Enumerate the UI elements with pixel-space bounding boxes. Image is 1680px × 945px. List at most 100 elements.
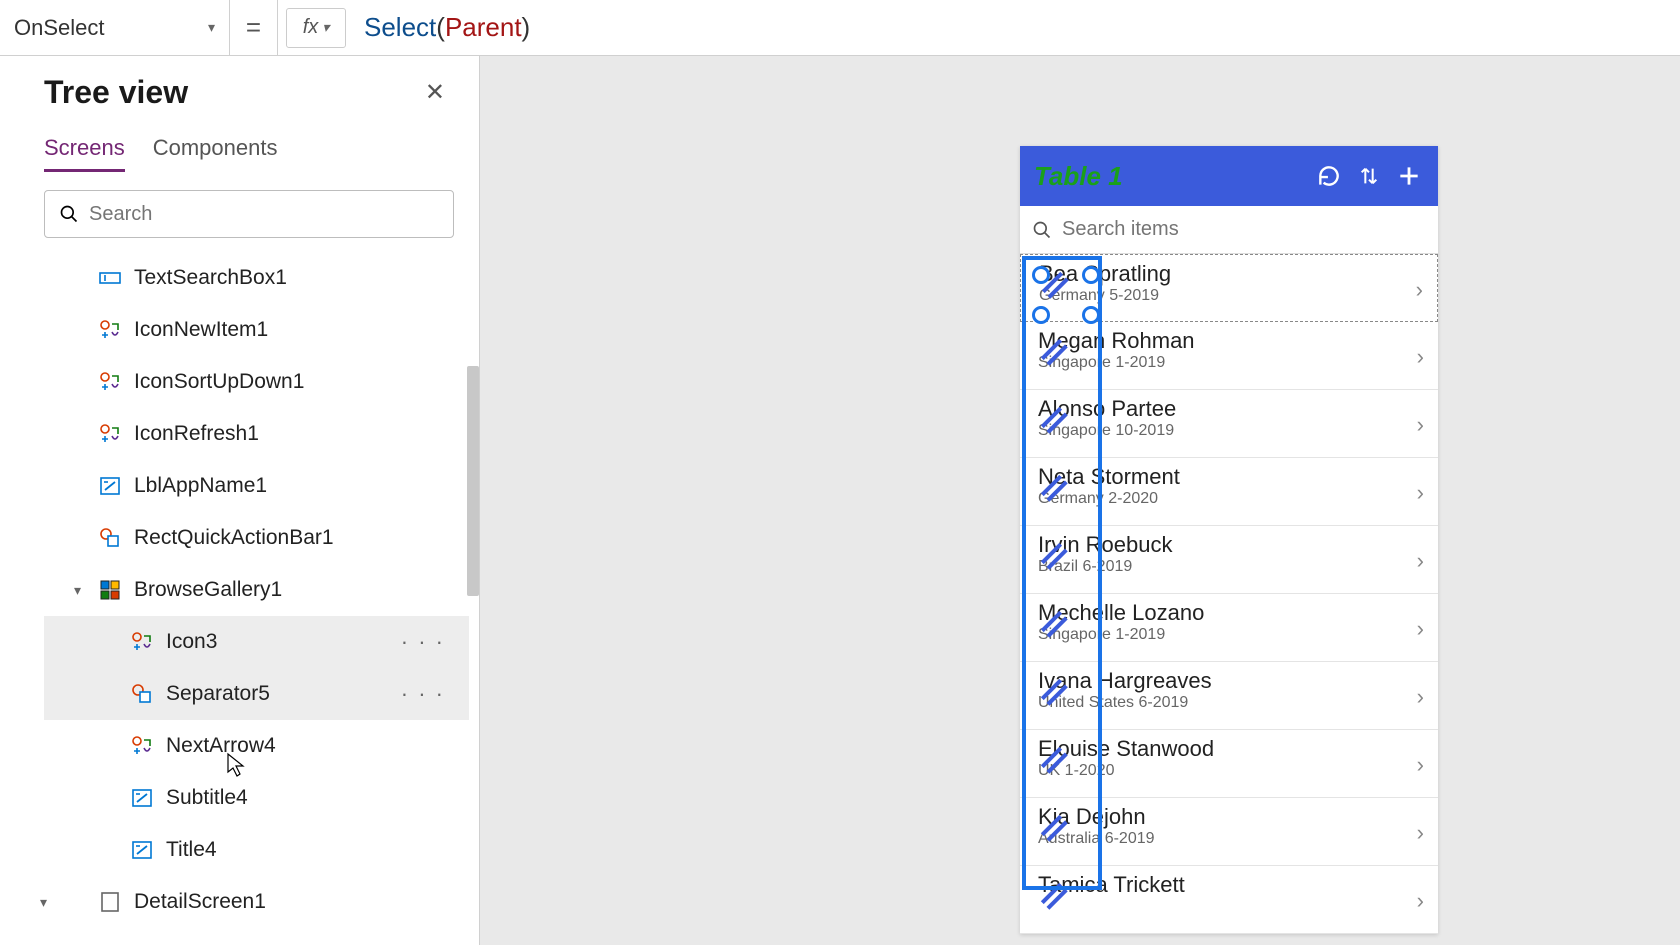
- gallery-item[interactable]: Elouise StanwoodUK 1-2020›: [1020, 730, 1438, 798]
- label-icon: [130, 838, 154, 862]
- icon-icon: [98, 370, 122, 394]
- icon-icon: [98, 318, 122, 342]
- gallery-item[interactable]: Neta StormentGermany 2-2020›: [1020, 458, 1438, 526]
- tree-item-label: BrowseGallery1: [134, 578, 282, 602]
- fx-button[interactable]: fx ▾: [286, 8, 346, 48]
- item-title: Neta Storment: [1038, 464, 1426, 490]
- gallery-item[interactable]: Ivana HargreavesUnited States 6-2019›: [1020, 662, 1438, 730]
- search-icon: [59, 204, 79, 224]
- item-subtitle: Singapore 1-2019: [1038, 354, 1426, 372]
- tab-screens[interactable]: Screens: [44, 135, 125, 172]
- refresh-icon[interactable]: [1314, 161, 1344, 191]
- tree-item-detailscreen1[interactable]: ▾DetailScreen1: [44, 876, 469, 928]
- tab-components[interactable]: Components: [153, 135, 278, 172]
- cursor-icon: [226, 752, 246, 778]
- search-icon: [1032, 220, 1052, 240]
- item-subtitle: Australia 6-2019: [1038, 830, 1426, 848]
- tree-item-iconnewitem1[interactable]: IconNewItem1: [44, 304, 469, 356]
- app-header: Table 1: [1020, 146, 1438, 206]
- chevron-right-icon[interactable]: ›: [1417, 616, 1424, 642]
- app-preview: Table 1 Bea SpratlingGermany 5-2019›Mega…: [1020, 146, 1438, 934]
- gallery-item[interactable]: Megan RohmanSingapore 1-2019›: [1020, 322, 1438, 390]
- tree-item-icon3[interactable]: Icon3· · ·: [44, 616, 469, 668]
- tree-item-textsearchbox1[interactable]: TextSearchBox1: [44, 252, 469, 304]
- chevron-right-icon[interactable]: ›: [1416, 277, 1423, 303]
- chevron-right-icon[interactable]: ›: [1417, 888, 1424, 914]
- item-subtitle: Singapore 1-2019: [1038, 626, 1426, 644]
- tree-item-separator5[interactable]: Separator5 · · ·: [44, 668, 469, 720]
- app-search-input[interactable]: [1062, 218, 1426, 241]
- canvas[interactable]: Table 1 Bea SpratlingGermany 5-2019›Mega…: [480, 56, 1680, 945]
- tree-item-label: RectQuickActionBar1: [134, 526, 334, 550]
- item-title: Mechelle Lozano: [1038, 600, 1426, 626]
- chevron-down-icon[interactable]: ▾: [74, 582, 81, 599]
- tree-search-input[interactable]: [89, 203, 439, 226]
- property-dropdown[interactable]: OnSelect ▾: [0, 0, 230, 56]
- formula-bar[interactable]: Select(Parent): [354, 12, 1680, 43]
- icon-icon: [130, 734, 154, 758]
- selection-handle[interactable]: [1032, 266, 1050, 284]
- selection-handle[interactable]: [1082, 306, 1100, 324]
- label-icon: [98, 474, 122, 498]
- equals-sign: =: [230, 0, 278, 56]
- fx-icon: fx: [303, 16, 319, 39]
- selection-handle[interactable]: [1082, 266, 1100, 284]
- gallery-item[interactable]: Mechelle LozanoSingapore 1-2019›: [1020, 594, 1438, 662]
- gallery-item[interactable]: Kia DejohnAustralia 6-2019›: [1020, 798, 1438, 866]
- tree-item-title4[interactable]: Title4: [44, 824, 469, 876]
- tree-item-label: Separator5: [166, 682, 270, 706]
- item-title: Kia Dejohn: [1038, 804, 1426, 830]
- tree-item-label: IconSortUpDown1: [134, 370, 304, 394]
- gallery-item[interactable]: Irvin RoebuckBrazil 6-2019›: [1020, 526, 1438, 594]
- textinput-icon: [98, 266, 122, 290]
- gallery-icon: [98, 578, 122, 602]
- chevron-down-icon[interactable]: ▾: [40, 894, 47, 911]
- tree-view-title: Tree view: [44, 74, 188, 111]
- sort-icon[interactable]: [1354, 161, 1384, 191]
- tree-list: TextSearchBox1 IconNewItem1 IconSortUpDown…: [44, 252, 469, 928]
- icon-icon: [98, 422, 122, 446]
- more-icon[interactable]: · · ·: [401, 681, 445, 707]
- chevron-right-icon[interactable]: ›: [1417, 820, 1424, 846]
- chevron-right-icon[interactable]: ›: [1417, 480, 1424, 506]
- tree-item-subtitle4[interactable]: Subtitle4: [44, 772, 469, 824]
- tree-view-panel: Tree view ✕ Screens Components TextSearc…: [0, 56, 480, 945]
- tree-item-label: LblAppName1: [134, 474, 267, 498]
- tree-item-label: IconNewItem1: [134, 318, 268, 342]
- browse-gallery: Bea SpratlingGermany 5-2019›Megan Rohman…: [1020, 254, 1438, 934]
- chevron-right-icon[interactable]: ›: [1417, 548, 1424, 574]
- rect-icon: [130, 682, 154, 706]
- label-icon: [130, 786, 154, 810]
- tree-item-iconsortupdown1[interactable]: IconSortUpDown1: [44, 356, 469, 408]
- chevron-right-icon[interactable]: ›: [1417, 412, 1424, 438]
- tree-item-lblappname1[interactable]: LblAppName1: [44, 460, 469, 512]
- tree-item-browsegallery1[interactable]: ▾ BrowseGallery1: [44, 564, 469, 616]
- add-icon[interactable]: [1394, 161, 1424, 191]
- gallery-item[interactable]: Tamica Trickett›: [1020, 866, 1438, 934]
- tree-item-label: Title4: [166, 838, 217, 862]
- formula-function: Select: [364, 12, 436, 42]
- tree-item-iconrefresh1[interactable]: IconRefresh1: [44, 408, 469, 460]
- item-title: Irvin Roebuck: [1038, 532, 1426, 558]
- chevron-right-icon[interactable]: ›: [1417, 752, 1424, 778]
- app-title: Table 1: [1034, 161, 1304, 192]
- tree-item-nextarrow4[interactable]: NextArrow4: [44, 720, 469, 772]
- tree-item-label: NextArrow4: [166, 734, 276, 758]
- formula-arg: Parent: [445, 12, 522, 42]
- more-icon[interactable]: · · ·: [401, 629, 445, 655]
- tree-item-rectquickactionbar1[interactable]: RectQuickActionBar1: [44, 512, 469, 564]
- app-search-row[interactable]: [1020, 206, 1438, 254]
- item-title: Alonso Partee: [1038, 396, 1426, 422]
- item-subtitle: United States 6-2019: [1038, 694, 1426, 712]
- selection-handle[interactable]: [1032, 306, 1050, 324]
- gallery-item[interactable]: Alonso ParteeSingapore 10-2019›: [1020, 390, 1438, 458]
- rect-icon: [98, 526, 122, 550]
- chevron-right-icon[interactable]: ›: [1417, 344, 1424, 370]
- tree-search[interactable]: [44, 190, 454, 238]
- item-subtitle: UK 1-2020: [1038, 762, 1426, 780]
- close-icon[interactable]: ✕: [425, 78, 445, 107]
- item-title: Ivana Hargreaves: [1038, 668, 1426, 694]
- scrollbar-thumb[interactable]: [467, 366, 479, 596]
- tree-item-label: Subtitle4: [166, 786, 248, 810]
- chevron-right-icon[interactable]: ›: [1417, 684, 1424, 710]
